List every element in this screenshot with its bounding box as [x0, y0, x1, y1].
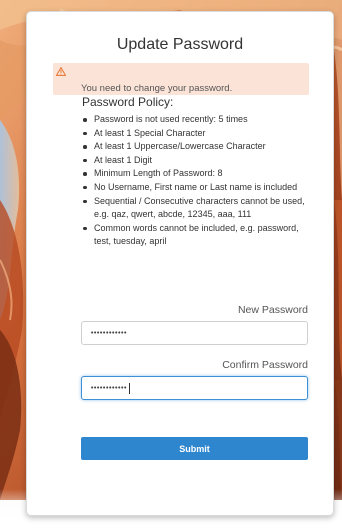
policy-rule: Common words cannot be included, e.g. pa…: [82, 222, 312, 249]
warning-triangle-icon: [56, 67, 66, 76]
confirm-password-label: Confirm Password: [222, 359, 308, 371]
policy-rule: Minimum Length of Password: 8: [82, 167, 312, 181]
password-policy-list: Password is not used recently: 5 times A…: [82, 113, 312, 249]
submit-button[interactable]: Submit: [81, 437, 308, 460]
password-policy-title: Password Policy:: [82, 95, 174, 109]
confirm-password-input[interactable]: [81, 376, 308, 400]
new-password-label: New Password: [237, 304, 308, 316]
page-title: Update Password: [116, 36, 244, 53]
policy-rule: At least 1 Special Character: [82, 127, 312, 141]
alert-message: You need to change your password.: [81, 83, 233, 94]
policy-rule: At least 1 Uppercase/Lowercase Character: [82, 140, 312, 154]
login-page: Update Password You need to change your …: [0, 0, 342, 529]
policy-rule: Password is not used recently: 5 times: [82, 113, 312, 127]
policy-rule: Sequential / Consecutive characters cann…: [82, 195, 312, 222]
policy-rule: No Username, First name or Last name is …: [82, 181, 312, 195]
new-password-input[interactable]: [81, 321, 308, 345]
text-caret: [129, 383, 130, 394]
policy-rule: At least 1 Digit: [82, 154, 312, 168]
